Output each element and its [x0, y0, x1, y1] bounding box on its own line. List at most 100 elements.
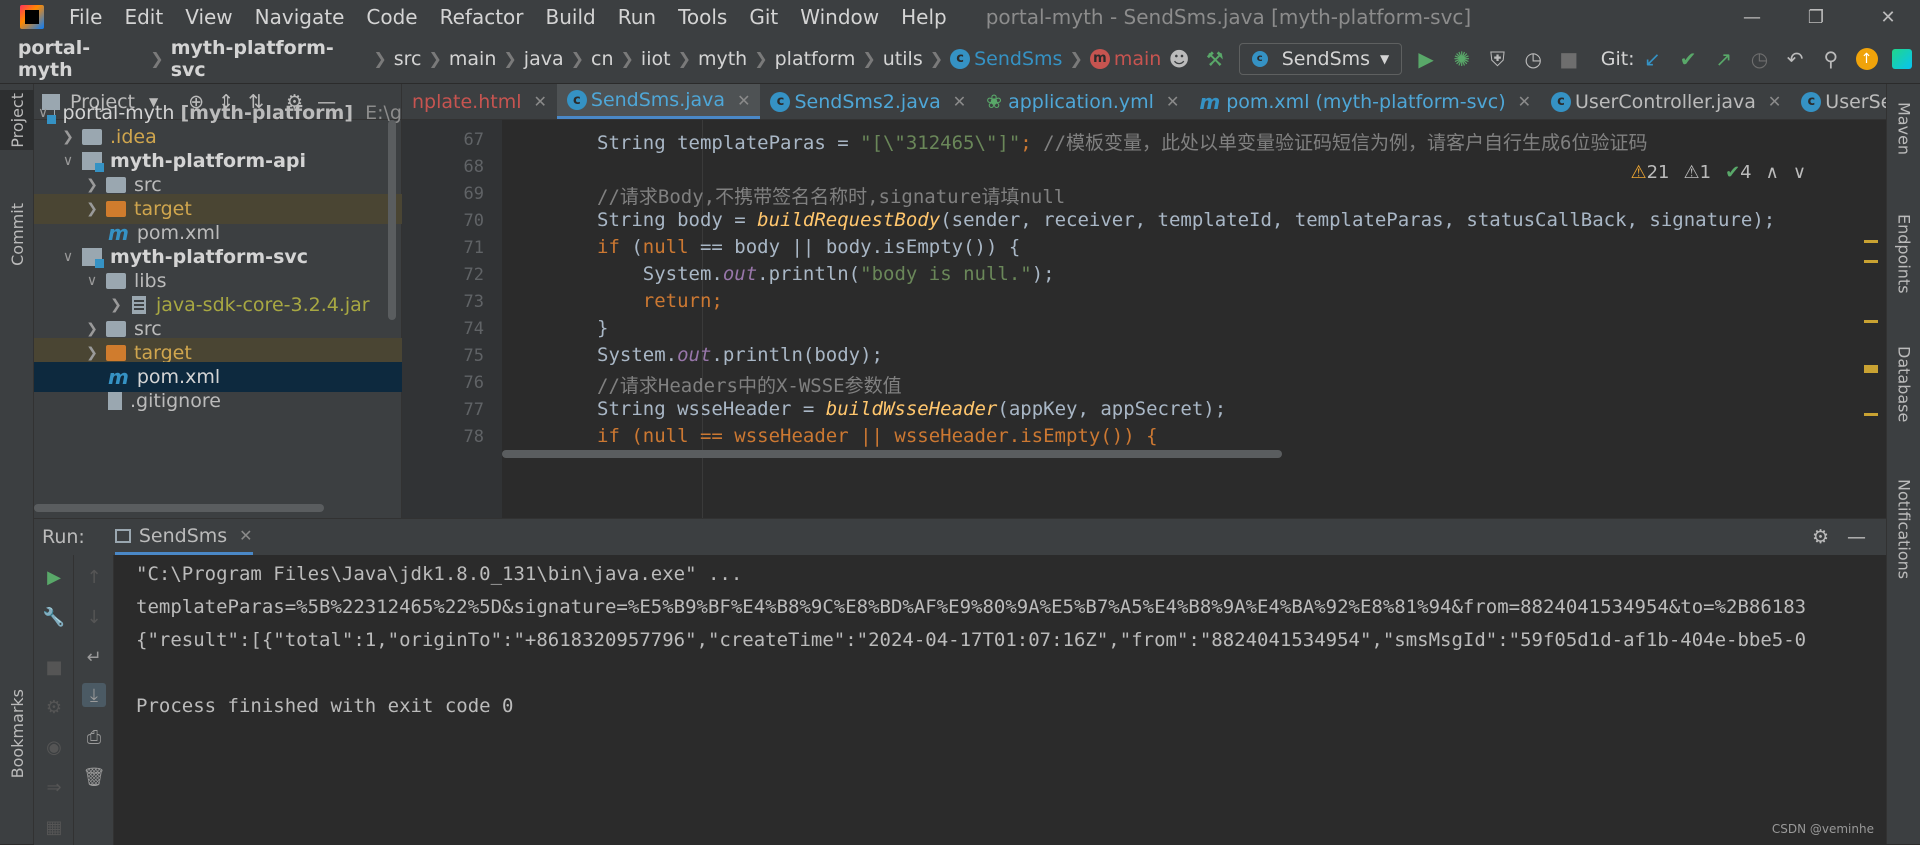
wrench-icon[interactable]: 🔧: [42, 605, 66, 629]
menu-build[interactable]: Build: [535, 5, 607, 29]
tree-scrollbar[interactable]: [388, 120, 396, 320]
console-output[interactable]: "C:\Program Files\Java\jdk1.8.0_131\bin\…: [114, 555, 1886, 845]
debug-icon[interactable]: ✺: [1447, 44, 1477, 74]
breadcrumb-cn[interactable]: cn❯: [591, 48, 641, 70]
breadcrumb-myth-platform-svc[interactable]: myth-platform-svc❯: [171, 37, 394, 81]
git-update-icon[interactable]: ↙: [1638, 44, 1668, 74]
rerun-icon[interactable]: ▶: [42, 565, 66, 589]
stop-icon[interactable]: ■: [1554, 44, 1584, 74]
arrow-down-icon[interactable]: ↓: [82, 605, 106, 629]
arrow-up-icon[interactable]: ↑: [82, 565, 106, 589]
restore-button[interactable]: ❐: [1784, 0, 1848, 34]
tab-sendsms-java[interactable]: cSendSms.java✕: [557, 84, 761, 119]
hide-panel-icon[interactable]: —: [1847, 526, 1866, 548]
chevron-down-icon[interactable]: ∨: [84, 273, 100, 289]
profile-icon[interactable]: ◷: [1518, 44, 1548, 74]
close-icon[interactable]: ✕: [1768, 92, 1781, 111]
commit-tool-tab[interactable]: Commit: [0, 194, 34, 274]
notifications-tool-tab[interactable]: Notifications: [1887, 464, 1920, 594]
menu-code[interactable]: Code: [355, 5, 428, 29]
breadcrumb-platform[interactable]: platform❯: [775, 48, 883, 70]
inspection-widget[interactable]: ⚠21 ⚠1 ✔4 ∧ ∨: [1622, 162, 1806, 183]
breadcrumb-main-method[interactable]: mmain: [1090, 48, 1161, 70]
error-stripe[interactable]: [1864, 130, 1874, 480]
editor-hscrollbar[interactable]: [502, 450, 1282, 458]
chevron-right-icon[interactable]: ❯: [60, 129, 76, 145]
scroll-to-end-icon[interactable]: ⤓: [82, 683, 106, 707]
chevron-up-icon[interactable]: ∧: [1766, 162, 1779, 183]
git-commit-icon[interactable]: ✔: [1673, 44, 1703, 74]
breadcrumb-sendsms[interactable]: cSendSms❯: [950, 48, 1090, 70]
plugin-icon[interactable]: [1887, 44, 1917, 74]
close-icon[interactable]: ✕: [1518, 92, 1531, 111]
close-icon[interactable]: ✕: [1166, 92, 1179, 111]
tab-userse[interactable]: cUserSe: [1791, 84, 1886, 119]
breadcrumb-utils[interactable]: utils❯: [883, 48, 950, 70]
menu-file[interactable]: File: [58, 5, 113, 29]
chevron-right-icon[interactable]: ❯: [84, 345, 100, 361]
tab-pom-xml[interactable]: mpom.xml (myth-platform-svc)✕: [1189, 84, 1541, 119]
camera-icon[interactable]: ◉: [42, 735, 66, 759]
bookmarks-tool-tab[interactable]: Bookmarks: [0, 684, 34, 784]
tab-template-html[interactable]: nplate.html✕: [402, 84, 557, 119]
restore-layout-icon[interactable]: ⚙: [42, 695, 66, 719]
breadcrumb-myth[interactable]: myth❯: [698, 48, 775, 70]
history-icon[interactable]: ◷: [1745, 44, 1775, 74]
project-tool-tab[interactable]: Project: [0, 90, 34, 150]
chevron-down-icon[interactable]: ∨: [60, 249, 76, 265]
tab-sendsms2-java[interactable]: cSendSms2.java✕: [760, 84, 976, 119]
close-icon[interactable]: ✕: [737, 91, 750, 110]
chevron-right-icon[interactable]: ❯: [108, 297, 124, 313]
minimize-button[interactable]: —: [1720, 0, 1784, 34]
run-tab-sendsms[interactable]: SendSms✕: [115, 519, 253, 555]
run-configuration-select[interactable]: cSendSms▼: [1239, 43, 1403, 75]
menu-navigate[interactable]: Navigate: [244, 5, 356, 29]
update-icon[interactable]: ↑: [1852, 44, 1882, 74]
git-push-icon[interactable]: ↗: [1709, 44, 1739, 74]
endpoints-tool-tab[interactable]: Endpoints: [1887, 204, 1920, 304]
database-tool-tab[interactable]: Database: [1887, 334, 1920, 434]
maven-tool-tab[interactable]: Maven: [1887, 94, 1920, 164]
breadcrumb-main[interactable]: main❯: [449, 48, 524, 70]
menu-git[interactable]: Git: [738, 5, 789, 29]
coverage-icon[interactable]: ⛨: [1483, 44, 1513, 74]
breadcrumb-portal-myth[interactable]: portal-myth❯: [18, 37, 171, 81]
menu-view[interactable]: View: [174, 5, 243, 29]
breadcrumb-java[interactable]: java❯: [524, 48, 591, 70]
user-icon[interactable]: ☻: [1164, 44, 1194, 74]
chevron-down-icon[interactable]: ∨: [60, 153, 76, 169]
tree-item-gitignore[interactable]: .gitignore: [34, 386, 402, 416]
rollback-icon[interactable]: ↶: [1780, 44, 1810, 74]
gear-icon[interactable]: ⚙: [1812, 526, 1829, 548]
menu-refactor[interactable]: Refactor: [429, 5, 535, 29]
breadcrumb-src[interactable]: src❯: [394, 48, 449, 70]
chevron-right-icon[interactable]: ❯: [84, 201, 100, 217]
code-viewport[interactable]: String templateParas = "[\"312465\"]"; /…: [502, 120, 1886, 518]
menu-window[interactable]: Window: [789, 5, 890, 29]
print-icon[interactable]: ⎙: [82, 725, 106, 749]
build-hammer-icon[interactable]: ⚒: [1200, 44, 1230, 74]
close-icon[interactable]: ✕: [953, 92, 966, 111]
breadcrumb-iiot[interactable]: iiot❯: [641, 48, 698, 70]
close-button[interactable]: ✕: [1856, 0, 1920, 34]
menu-tools[interactable]: Tools: [667, 5, 738, 29]
exit-icon[interactable]: ⇒: [42, 775, 66, 799]
chevron-right-icon[interactable]: ❯: [84, 177, 100, 193]
layout-icon[interactable]: ▦: [42, 815, 66, 839]
menu-help[interactable]: Help: [890, 5, 958, 29]
close-icon[interactable]: ✕: [239, 526, 252, 545]
menu-run[interactable]: Run: [607, 5, 667, 29]
stop-icon[interactable]: ■: [42, 655, 66, 679]
chevron-down-icon[interactable]: ∨: [1793, 162, 1806, 183]
tab-application-yml[interactable]: ❀application.yml✕: [976, 84, 1189, 119]
java-class-icon: c: [1252, 51, 1268, 67]
run-icon[interactable]: ▶: [1411, 44, 1441, 74]
menu-edit[interactable]: Edit: [113, 5, 174, 29]
tree-hscrollbar[interactable]: [34, 504, 324, 512]
search-icon[interactable]: ⚲: [1816, 44, 1846, 74]
chevron-right-icon[interactable]: ❯: [84, 321, 100, 337]
trash-icon[interactable]: 🗑: [82, 765, 106, 789]
tab-usercontroller-java[interactable]: cUserController.java✕: [1541, 84, 1791, 119]
close-icon[interactable]: ✕: [533, 92, 546, 111]
soft-wrap-icon[interactable]: ↵: [82, 645, 106, 669]
